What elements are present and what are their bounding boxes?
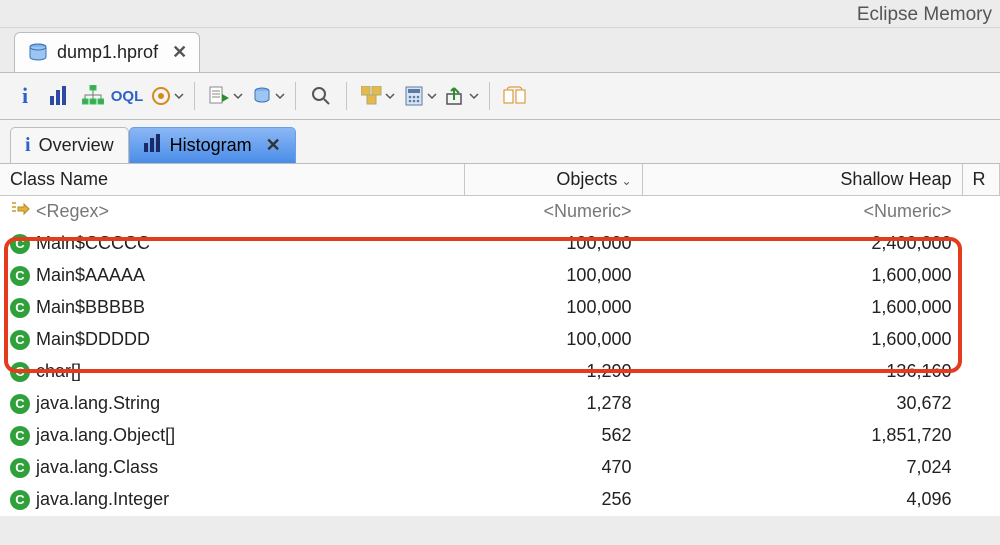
table-row[interactable]: C Main$CCCCC 100,0002,400,000	[0, 228, 1000, 260]
tab-label: Overview	[39, 135, 114, 156]
class-name-cell: char[]	[36, 361, 81, 382]
objects-cell: 100,000	[464, 228, 642, 260]
dominator-tree-icon[interactable]	[78, 81, 108, 111]
shallow-heap-cell: 1,851,720	[642, 420, 962, 452]
col-class-name[interactable]: Class Name	[0, 164, 464, 196]
class-icon: C	[10, 266, 30, 286]
close-icon[interactable]: ✕	[166, 42, 187, 63]
table-row[interactable]: Cjava.lang.String 1,27830,672	[0, 388, 1000, 420]
objects-cell: 1,278	[464, 388, 642, 420]
class-icon: C	[10, 426, 30, 446]
table-row[interactable]: C Main$AAAAA 100,0001,600,000	[0, 260, 1000, 292]
table-row[interactable]: Cjava.lang.Object[] 5621,851,720	[0, 420, 1000, 452]
shallow-heap-cell: 7,024	[642, 452, 962, 484]
class-name-cell: Main$DDDDD	[36, 329, 150, 350]
query-browser-dropdown[interactable]	[247, 81, 285, 111]
class-name-cell: Main$AAAAA	[36, 265, 145, 286]
toolbar-separator	[489, 82, 490, 110]
objects-cell: 1,290	[464, 356, 642, 388]
objects-cell: 470	[464, 452, 642, 484]
table-row[interactable]: Cchar[] 1,290136,160	[0, 356, 1000, 388]
class-name-cell: java.lang.Object[]	[36, 425, 175, 446]
table-row[interactable]: C Main$BBBBB 100,0001,600,000	[0, 292, 1000, 324]
compare-icon[interactable]	[500, 81, 530, 111]
class-icon: C	[10, 362, 30, 382]
filter-shallow[interactable]: <Numeric>	[642, 196, 962, 228]
app-title: Eclipse Memory	[857, 4, 992, 25]
run-report-dropdown[interactable]	[205, 81, 243, 111]
toolbar-separator	[295, 82, 296, 110]
class-icon: C	[10, 490, 30, 510]
export-dropdown[interactable]	[441, 81, 479, 111]
tab-overview[interactable]: i Overview	[10, 127, 129, 163]
objects-cell: 100,000	[464, 260, 642, 292]
class-name-cell: java.lang.Integer	[36, 489, 169, 510]
class-icon: C	[10, 330, 30, 350]
class-icon: C	[10, 394, 30, 414]
histogram-table: Class Name Objects⌄ Shallow Heap R <Rege…	[0, 164, 1000, 516]
table-row[interactable]: Cjava.lang.Class 4707,024	[0, 452, 1000, 484]
tab-histogram[interactable]: Histogram ✕	[129, 127, 296, 163]
info-icon: i	[25, 134, 31, 157]
class-name-cell: java.lang.Class	[36, 457, 158, 478]
class-name-cell: Main$CCCCC	[36, 233, 150, 254]
shallow-heap-cell: 1,600,000	[642, 292, 962, 324]
histogram-icon[interactable]	[44, 81, 74, 111]
table-row[interactable]: Cjava.lang.Integer 2564,096	[0, 484, 1000, 516]
toolbar-separator	[194, 82, 195, 110]
shallow-heap-cell: 1,600,000	[642, 324, 962, 356]
objects-cell: 100,000	[464, 292, 642, 324]
tab-label: Histogram	[170, 135, 252, 156]
toolbar-separator	[346, 82, 347, 110]
shallow-heap-cell: 2,400,000	[642, 228, 962, 260]
thread-overview-dropdown[interactable]	[146, 81, 184, 111]
filter-classname[interactable]: <Regex>	[36, 201, 109, 222]
shallow-heap-cell: 4,096	[642, 484, 962, 516]
chevron-down-icon	[233, 91, 243, 101]
col-retained-heap[interactable]: R	[962, 164, 1000, 196]
file-tab-strip: dump1.hprof ✕	[0, 28, 1000, 72]
class-icon: C	[10, 234, 30, 254]
filter-arrow-icon	[10, 201, 30, 222]
filter-row[interactable]: <Regex> <Numeric> <Numeric>	[0, 196, 1000, 228]
objects-cell: 256	[464, 484, 642, 516]
table-row[interactable]: C Main$DDDDD 100,0001,600,000	[0, 324, 1000, 356]
chevron-down-icon	[174, 91, 184, 101]
col-objects[interactable]: Objects⌄	[464, 164, 642, 196]
group-by-dropdown[interactable]	[357, 81, 395, 111]
objects-cell: 562	[464, 420, 642, 452]
chevron-down-icon	[275, 91, 285, 101]
class-icon: C	[10, 298, 30, 318]
view-tab-strip: i Overview Histogram ✕	[0, 120, 1000, 164]
objects-cell: 100,000	[464, 324, 642, 356]
toolbar: i OQL	[0, 72, 1000, 120]
oql-icon[interactable]: OQL	[112, 81, 142, 111]
search-icon[interactable]	[306, 81, 336, 111]
class-name-cell: java.lang.String	[36, 393, 160, 414]
chevron-down-icon	[385, 91, 395, 101]
chevron-down-icon	[469, 91, 479, 101]
database-icon	[27, 42, 49, 64]
close-icon[interactable]: ✕	[260, 135, 281, 156]
calculator-dropdown[interactable]	[399, 81, 437, 111]
info-icon[interactable]: i	[10, 81, 40, 111]
shallow-heap-cell: 136,160	[642, 356, 962, 388]
class-icon: C	[10, 458, 30, 478]
file-tab-dump1[interactable]: dump1.hprof ✕	[14, 32, 200, 72]
shallow-heap-cell: 1,600,000	[642, 260, 962, 292]
col-shallow-heap[interactable]: Shallow Heap	[642, 164, 962, 196]
class-name-cell: Main$BBBBB	[36, 297, 145, 318]
chevron-down-icon	[427, 91, 437, 101]
histogram-icon	[144, 134, 162, 157]
window-titlebar: Eclipse Memory	[0, 0, 1000, 28]
file-tab-label: dump1.hprof	[57, 42, 158, 63]
filter-objects[interactable]: <Numeric>	[464, 196, 642, 228]
shallow-heap-cell: 30,672	[642, 388, 962, 420]
sort-desc-icon: ⌄	[617, 174, 631, 188]
